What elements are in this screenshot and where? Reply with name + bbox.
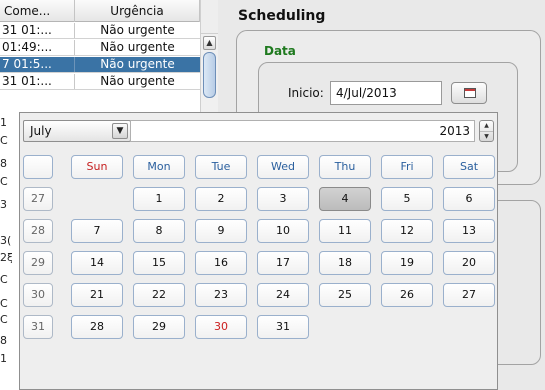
calendar-day[interactable]: 18 — [319, 251, 371, 275]
table-cell-urgencia: Não urgente — [100, 57, 175, 71]
table-row[interactable]: 01:49:... Não urgente — [0, 40, 200, 56]
calendar-day[interactable]: 22 — [133, 283, 185, 307]
calendar-day[interactable]: 21 — [71, 283, 123, 307]
truncated-cell: C — [0, 313, 8, 326]
weekday-header-wed: Wed — [257, 155, 309, 179]
calendar-day[interactable]: 6 — [443, 187, 495, 211]
scheduling-title: Scheduling — [238, 8, 326, 24]
table-row[interactable]: 31 01:... Não urgente — [0, 23, 200, 39]
truncated-cell: 8 — [0, 157, 7, 170]
calendar-day[interactable]: 23 — [195, 283, 247, 307]
truncated-cell: 2ξ — [0, 251, 12, 264]
week-number[interactable]: 31 — [23, 315, 53, 339]
table-cell-urgencia: Não urgente — [100, 40, 175, 54]
calendar-corner-cell — [23, 155, 53, 179]
table-cell-urgencia: Não urgente — [100, 23, 175, 37]
column-header-urgencia[interactable]: Urgência — [75, 0, 200, 22]
calendar-day[interactable]: 26 — [381, 283, 433, 307]
calendar-day[interactable]: 3 — [257, 187, 309, 211]
column-header-come[interactable]: Come... — [0, 0, 75, 22]
calendar-day[interactable]: 10 — [257, 219, 309, 243]
inicio-label: Inicio: — [288, 86, 324, 100]
calendar-day[interactable]: 1 — [133, 187, 185, 211]
scroll-up-arrow-icon[interactable]: ▲ — [203, 36, 216, 50]
truncated-cell: C — [0, 297, 8, 310]
calendar-day[interactable]: 9 — [195, 219, 247, 243]
calendar-day[interactable]: 19 — [381, 251, 433, 275]
truncated-cell: 8 — [0, 334, 7, 347]
spin-up-icon[interactable]: ▲ — [480, 121, 493, 131]
calendar-day[interactable]: 29 — [133, 315, 185, 339]
truncated-cell: C — [0, 273, 8, 286]
calendar-day[interactable]: 15 — [133, 251, 185, 275]
calendar-day[interactable]: 28 — [71, 315, 123, 339]
calendar-day-highlighted[interactable]: 30 — [195, 315, 247, 339]
weekday-header-thu: Thu — [319, 155, 371, 179]
table-row[interactable]: 31 01:... Não urgente — [0, 74, 200, 90]
calendar-day[interactable]: 2 — [195, 187, 247, 211]
calendar-day[interactable]: 27 — [443, 283, 495, 307]
truncated-cell: 1 — [0, 116, 7, 129]
table-cell-urgencia: Não urgente — [100, 74, 175, 88]
week-number[interactable]: 27 — [23, 187, 53, 211]
weekday-header-sun: Sun — [71, 155, 123, 179]
truncated-cell: 3( — [0, 234, 12, 247]
calendar-day[interactable]: 25 — [319, 283, 371, 307]
calendar-day[interactable]: 14 — [71, 251, 123, 275]
weekday-header-tue: Tue — [195, 155, 247, 179]
table-row-selected[interactable]: 7 01:5... Não urgente — [0, 57, 200, 73]
calendar-day[interactable]: 16 — [195, 251, 247, 275]
truncated-cell: 1 — [0, 352, 7, 365]
calendar-day-today[interactable]: 4 — [319, 187, 371, 211]
calendar-day[interactable]: 5 — [381, 187, 433, 211]
chevron-down-icon[interactable]: ▼ — [112, 123, 128, 139]
scrollbar-thumb[interactable] — [203, 52, 216, 98]
calendar-day[interactable]: 8 — [133, 219, 185, 243]
inicio-date-input[interactable] — [330, 81, 442, 105]
calendar-day[interactable]: 7 — [71, 219, 123, 243]
open-calendar-button[interactable] — [451, 82, 487, 104]
calendar-day[interactable]: 12 — [381, 219, 433, 243]
weekday-header-mon: Mon — [133, 155, 185, 179]
calendar-day[interactable]: 13 — [443, 219, 495, 243]
weekday-header-fri: Fri — [381, 155, 433, 179]
calendar-icon — [464, 88, 476, 98]
table-cell-come: 31 01:... — [0, 23, 75, 38]
week-number[interactable]: 30 — [23, 283, 53, 307]
month-select[interactable]: July ▼ — [23, 120, 131, 142]
truncated-cell: 3 — [0, 198, 7, 211]
calendar-day[interactable]: 17 — [257, 251, 309, 275]
calendar-day[interactable]: 31 — [257, 315, 309, 339]
table-cell-come: 01:49:... — [0, 40, 75, 55]
year-spinner[interactable]: ▲ ▼ — [479, 120, 494, 142]
calendar-day[interactable]: 11 — [319, 219, 371, 243]
table-scrollbar-corner — [200, 0, 218, 34]
truncated-cell: C — [0, 134, 8, 147]
year-field[interactable]: 2013 — [130, 120, 475, 142]
table-cell-come: 31 01:... — [0, 74, 75, 89]
weekday-header-sat: Sat — [443, 155, 495, 179]
calendar-popup: July ▼ ▲▼ 2013 ▲▼ Sun Mon Tue Wed Thu Fr… — [19, 112, 498, 390]
table-header: Come... Urgência — [0, 0, 200, 22]
data-group-label: Data — [264, 44, 296, 58]
spin-down-icon[interactable]: ▼ — [480, 131, 493, 141]
week-number[interactable]: 29 — [23, 251, 53, 275]
calendar-day[interactable]: 24 — [257, 283, 309, 307]
truncated-cell: C — [0, 175, 8, 188]
table-cell-come: 7 01:5... — [0, 57, 75, 72]
month-select-value: July — [30, 124, 52, 138]
week-number[interactable]: 28 — [23, 219, 53, 243]
calendar-day[interactable]: 20 — [443, 251, 495, 275]
